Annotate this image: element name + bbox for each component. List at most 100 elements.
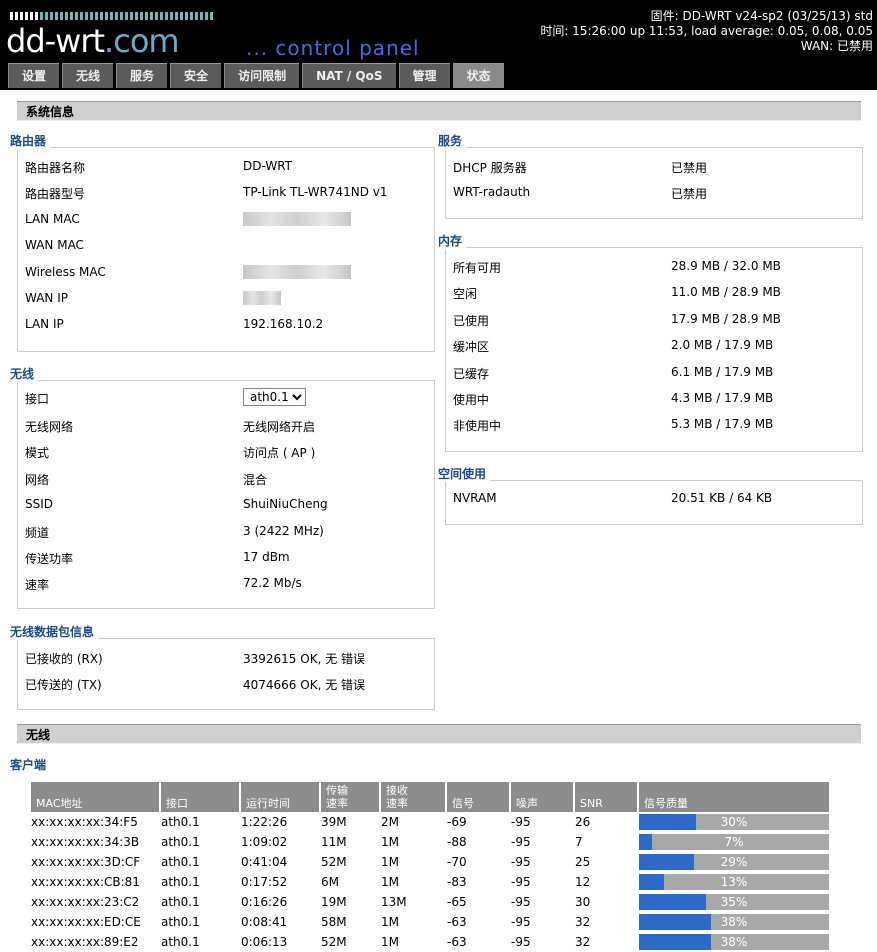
wireless-info-label: 传送功率 — [25, 552, 74, 566]
signal-quality-bar: 38% — [639, 914, 829, 930]
client-iface: ath0.1 — [161, 815, 200, 829]
wireless-info-value: 混合 — [243, 472, 268, 487]
clients-body: xx:xx:xx:xx:34:F5 ath0.1 1:22:26 39M 2M -69 -9… — [31, 812, 829, 952]
client-iface: ath0.1 — [161, 915, 200, 929]
clients-header-row: MAC地址 接口 运行时间 传输 速率 接收 速率 信号 噪声 SNR 信号质量 — [31, 782, 829, 812]
tab-4[interactable]: 访问限制 — [224, 63, 300, 88]
client-quality: 38% — [639, 932, 829, 952]
packet-info-row: 已接收的 (RX) 3392615 OK, 无 错误 — [25, 650, 429, 670]
memory-info-row: 缓冲区 2.0 MB / 17.9 MB — [453, 338, 857, 358]
column-header[interactable]: 噪声 — [511, 782, 573, 812]
memory-info-value: 2.0 MB / 17.9 MB — [671, 338, 774, 353]
interface-select[interactable]: ath0.1 — [243, 388, 306, 406]
tab-7[interactable]: 状态 — [452, 63, 504, 88]
tab-6[interactable]: 管理 — [398, 63, 450, 88]
client-quality: 29% — [639, 852, 829, 872]
wireless-info-row: 速率 72.2 Mb/s — [25, 576, 429, 596]
wireless-info-value: 17 dBm — [243, 550, 290, 564]
client-tx: 58M — [321, 915, 347, 929]
router-info-label: 路由器型号 — [25, 187, 86, 202]
wan-status: WAN: 已禁用 — [800, 39, 873, 53]
tab-3[interactable]: 安全 — [170, 63, 222, 88]
client-snr: 12 — [575, 875, 591, 889]
client-uptime: 1:09:02 — [241, 835, 288, 849]
service-info-label: WRT-radauth — [453, 185, 531, 200]
logo-stripes — [10, 12, 215, 20]
signal-quality-bar: 35% — [639, 894, 829, 910]
control-panel-title: ... control panel — [246, 36, 420, 60]
packet-info-value: 3392615 OK, 无 错误 — [243, 652, 366, 666]
wireless-info-row: 传送功率 17 dBm — [25, 550, 429, 570]
tab-2[interactable]: 服务 — [116, 63, 168, 88]
client-quality: 35% — [639, 892, 829, 912]
wireless-info-label: 模式 — [25, 446, 50, 461]
column-header[interactable]: 信号质量 — [639, 782, 829, 812]
interface-label: 接口 — [25, 392, 50, 406]
wireless-info-label: 无线网络 — [25, 420, 74, 434]
column-header[interactable]: 接口 — [161, 782, 239, 812]
client-signal: -63 — [447, 935, 467, 949]
wireless-info-label: SSID — [25, 497, 54, 512]
tab-0[interactable]: 设置 — [8, 63, 60, 88]
memory-info-label: 已使用 — [453, 313, 490, 328]
packets-legend: 无线数据包信息 — [10, 623, 99, 640]
client-noise: -95 — [511, 875, 531, 889]
client-snr: 25 — [575, 855, 591, 869]
client-rx: 1M — [381, 875, 399, 889]
client-signal: -88 — [447, 835, 467, 849]
column-header[interactable]: MAC地址 — [31, 782, 159, 812]
client-snr: 32 — [575, 935, 591, 949]
client-uptime: 0:41:04 — [241, 855, 288, 869]
router-info-label: WAN MAC — [25, 238, 84, 253]
wireless-info-row: 无线网络 无线网络开启 — [25, 418, 429, 438]
tab-5[interactable]: NAT / QoS — [302, 63, 396, 88]
client-noise: -95 — [511, 895, 531, 909]
clients-table: MAC地址 接口 运行时间 传输 速率 接收 速率 信号 噪声 SNR 信号质量 xx:xx:x… — [29, 782, 831, 952]
client-mac: xx:xx:xx:xx:89:E2 — [31, 935, 139, 949]
tab-1[interactable]: 无线 — [62, 63, 114, 88]
client-snr: 30 — [575, 895, 591, 909]
signal-quality-text: 30% — [720, 815, 748, 829]
space-info-label: NVRAM — [453, 491, 497, 505]
signal-quality-text: 7% — [724, 835, 744, 849]
client-row: xx:xx:xx:xx:34:F5 ath0.1 1:22:26 39M 2M -69 -9… — [31, 812, 829, 832]
client-snr: 26 — [575, 815, 591, 829]
column-header[interactable]: 传输 速率 — [321, 782, 379, 812]
memory-info-row: 非使用中 5.3 MB / 17.9 MB — [453, 417, 857, 437]
signal-quality-bar: 30% — [639, 814, 829, 830]
logo-com: .com — [104, 22, 180, 60]
router-info-label: LAN MAC — [25, 211, 80, 226]
router-info-row: Wireless MAC — [25, 264, 429, 285]
signal-quality-text: 35% — [720, 895, 748, 909]
client-iface: ath0.1 — [161, 875, 200, 889]
column-header[interactable]: SNR — [575, 782, 637, 812]
clients-legend: 客户端 — [10, 756, 51, 773]
memory-info-value: 11.0 MB / 28.9 MB — [671, 285, 781, 300]
main-content: 系统信息 路由器 路由器名称 DD-WRT 路由器型号 TP-Link TL-WR74… — [0, 90, 877, 951]
wireless-legend: 无线 — [10, 365, 39, 382]
logo[interactable]: dd-wrt.com — [6, 22, 180, 60]
signal-quality-text: 38% — [720, 935, 748, 949]
router-info-row: WAN MAC — [25, 238, 429, 258]
space-info-row: NVRAM 20.51 KB / 64 KB — [453, 491, 857, 511]
client-snr: 7 — [575, 835, 583, 849]
signal-quality-bar: 13% — [639, 874, 829, 890]
client-uptime: 0:17:52 — [241, 875, 288, 889]
column-header[interactable]: 运行时间 — [241, 782, 319, 812]
memory-info-row: 已缓存 6.1 MB / 17.9 MB — [453, 365, 857, 385]
column-header[interactable]: 信号 — [447, 782, 509, 812]
memory-info-row: 所有可用 28.9 MB / 32.0 MB — [453, 259, 857, 279]
client-signal: -65 — [447, 895, 467, 909]
service-info-value: 已禁用 — [671, 161, 708, 175]
router-info-row: WAN IP — [25, 291, 429, 311]
signal-quality-text: 29% — [720, 855, 748, 869]
services-legend: 服务 — [438, 132, 467, 149]
client-rx: 1M — [381, 915, 399, 929]
system-status: 固件: DD-WRT v24-sp2 (03/25/13) std 时间: 15… — [540, 9, 873, 54]
wireless-info-label: 速率 — [25, 578, 50, 593]
column-header[interactable]: 接收 速率 — [381, 782, 445, 812]
router-info-value: 192.168.10.2 — [243, 317, 324, 332]
client-quality: 13% — [639, 872, 829, 892]
client-tx: 39M — [321, 815, 347, 829]
client-row: xx:xx:xx:xx:34:3B ath0.1 1:09:02 11M 1M -88 -9… — [31, 832, 829, 852]
